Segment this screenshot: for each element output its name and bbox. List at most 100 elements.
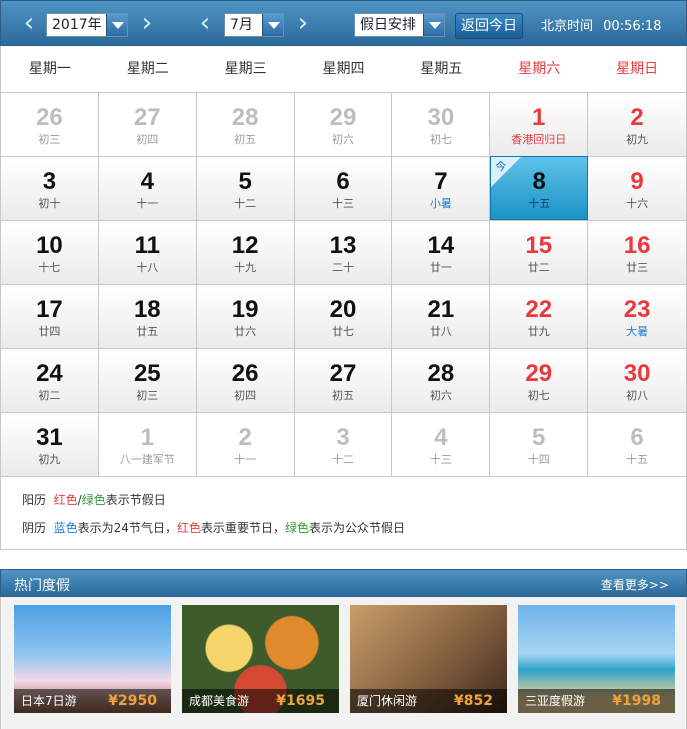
- holiday-select-value: 假日安排: [360, 17, 416, 33]
- day-number: 30: [427, 104, 455, 131]
- lunar-date: 初十: [38, 197, 61, 210]
- day-number: 31: [36, 424, 63, 451]
- chevron-down-icon: [106, 14, 127, 36]
- lunar-date: 初六: [332, 133, 354, 146]
- day-cell[interactable]: 14 廿一: [392, 220, 491, 284]
- day-cell[interactable]: 31 初九: [1, 412, 99, 476]
- day-cell[interactable]: 30 初七: [392, 92, 491, 156]
- day-cell[interactable]: 24 初二: [1, 348, 99, 412]
- day-cell[interactable]: 29 初六: [294, 92, 393, 156]
- day-cell[interactable]: 26 初三: [1, 92, 99, 156]
- day-cell[interactable]: 29 初七: [490, 348, 589, 412]
- day-number: 16: [623, 232, 651, 259]
- day-number: 23: [623, 296, 651, 323]
- day-cell[interactable]: 13 二十: [294, 220, 393, 284]
- day-cell[interactable]: 17 廿四: [1, 284, 99, 348]
- lunar-date: 十一: [234, 453, 257, 466]
- next-year-arrow-icon[interactable]: ›: [139, 10, 155, 37]
- day-cell[interactable]: 4 十一: [98, 156, 197, 220]
- day-cell[interactable]: 4 十三: [392, 412, 491, 476]
- day-cell-today[interactable]: 今 8 十五: [490, 156, 589, 220]
- promo-card-chengdu[interactable]: 成都美食游 ¥1695: [182, 605, 339, 713]
- day-number: 26: [231, 360, 259, 387]
- day-cell[interactable]: 6 十三: [294, 156, 393, 220]
- day-cell[interactable]: 28 初六: [392, 348, 491, 412]
- promo-name: 日本7日游: [21, 694, 77, 708]
- day-cell[interactable]: 30 初八: [588, 348, 687, 412]
- lunar-date: 十二: [332, 453, 354, 466]
- day-cell[interactable]: 3 十二: [294, 412, 393, 476]
- day-number: 11: [134, 232, 160, 259]
- day-cell[interactable]: 28 初五: [196, 92, 295, 156]
- day-number: 4: [140, 168, 154, 195]
- legend: 阳历 红色/绿色表示节假日 阴历 蓝色表示为24节气日，红色表示重要节日，绿色表…: [0, 476, 687, 550]
- lunar-date: 大暑: [626, 325, 649, 338]
- lunar-date: 二十: [332, 261, 354, 274]
- day-cell[interactable]: 11 十八: [98, 220, 197, 284]
- day-cell[interactable]: 12 十九: [196, 220, 295, 284]
- promo-name: 厦门休闲游: [357, 694, 418, 708]
- next-month-arrow-icon[interactable]: ›: [295, 10, 311, 37]
- day-number: 1: [532, 104, 546, 131]
- weekday-label: 星期日: [616, 61, 659, 77]
- day-cell[interactable]: 19 廿六: [196, 284, 295, 348]
- day-cell[interactable]: 23 大暑: [588, 284, 687, 348]
- lunar-date: 初七: [429, 133, 452, 146]
- promo-price: ¥2950: [108, 693, 157, 709]
- day-cell[interactable]: 1 香港回归日: [490, 92, 589, 156]
- day-number: 30: [623, 360, 651, 387]
- lunar-date: 十三: [429, 453, 452, 466]
- lunar-date: 廿六: [234, 325, 257, 338]
- lunar-date: 初三: [38, 133, 61, 146]
- view-more-link[interactable]: 查看更多>>: [601, 576, 669, 593]
- promo-card-sanya[interactable]: 三亚度假游 ¥1998: [518, 605, 675, 713]
- day-cell[interactable]: 27 初四: [98, 92, 197, 156]
- day-number: 7: [434, 168, 448, 195]
- day-cell[interactable]: 18 廿五: [98, 284, 197, 348]
- day-cell[interactable]: 5 十二: [196, 156, 295, 220]
- day-cell[interactable]: 3 初十: [1, 156, 99, 220]
- day-cell[interactable]: 2 十一: [196, 412, 295, 476]
- year-select[interactable]: 2017年: [46, 13, 128, 37]
- day-number: 6: [336, 168, 350, 195]
- day-cell[interactable]: 15 廿二: [490, 220, 589, 284]
- day-cell[interactable]: 1 八一建军节: [98, 412, 197, 476]
- day-cell[interactable]: 6 十五: [588, 412, 687, 476]
- promo-card-japan[interactable]: 日本7日游 ¥2950: [14, 605, 171, 713]
- month-select[interactable]: 7月: [224, 13, 284, 37]
- lunar-date: 廿五: [136, 325, 159, 338]
- day-cell[interactable]: 7 小暑: [392, 156, 491, 220]
- day-cell[interactable]: 21 廿八: [392, 284, 491, 348]
- holiday-select[interactable]: 假日安排: [354, 13, 445, 37]
- promo-card-xiamen[interactable]: 厦门休闲游 ¥852: [350, 605, 507, 713]
- day-number: 22: [525, 296, 553, 323]
- legend-term-desc: 表示为24节气日，: [77, 521, 177, 535]
- day-cell[interactable]: 16 廿三: [588, 220, 687, 284]
- day-cell[interactable]: 2 初九: [588, 92, 687, 156]
- day-cell[interactable]: 10 十七: [1, 220, 99, 284]
- day-number: 17: [36, 296, 63, 323]
- day-number: 29: [525, 360, 553, 387]
- lunar-date: 初七: [527, 389, 550, 402]
- lunar-date: 初二: [38, 389, 61, 402]
- prev-year-arrow-icon[interactable]: ‹: [21, 10, 37, 37]
- day-cell[interactable]: 5 十四: [490, 412, 589, 476]
- day-number: 5: [532, 424, 546, 451]
- day-number: 5: [238, 168, 252, 195]
- day-cell[interactable]: 25 初三: [98, 348, 197, 412]
- day-cell[interactable]: 20 廿七: [294, 284, 393, 348]
- today-tag-text: 今: [495, 160, 507, 173]
- day-cell[interactable]: 27 初五: [294, 348, 393, 412]
- lunar-date: 廿三: [626, 261, 649, 274]
- day-number: 24: [36, 360, 63, 387]
- day-cell[interactable]: 22 廿九: [490, 284, 589, 348]
- lunar-date: 廿一: [429, 261, 452, 274]
- back-to-today-button[interactable]: 返回今日: [455, 13, 523, 39]
- day-cell[interactable]: 26 初四: [196, 348, 295, 412]
- day-cell[interactable]: 9 十六: [588, 156, 687, 220]
- prev-month-arrow-icon[interactable]: ‹: [197, 10, 213, 37]
- lunar-date: 十一: [136, 197, 159, 210]
- day-number: 12: [231, 232, 259, 259]
- lunar-date: 初九: [626, 133, 649, 146]
- lunar-date: 香港回归日: [511, 133, 567, 146]
